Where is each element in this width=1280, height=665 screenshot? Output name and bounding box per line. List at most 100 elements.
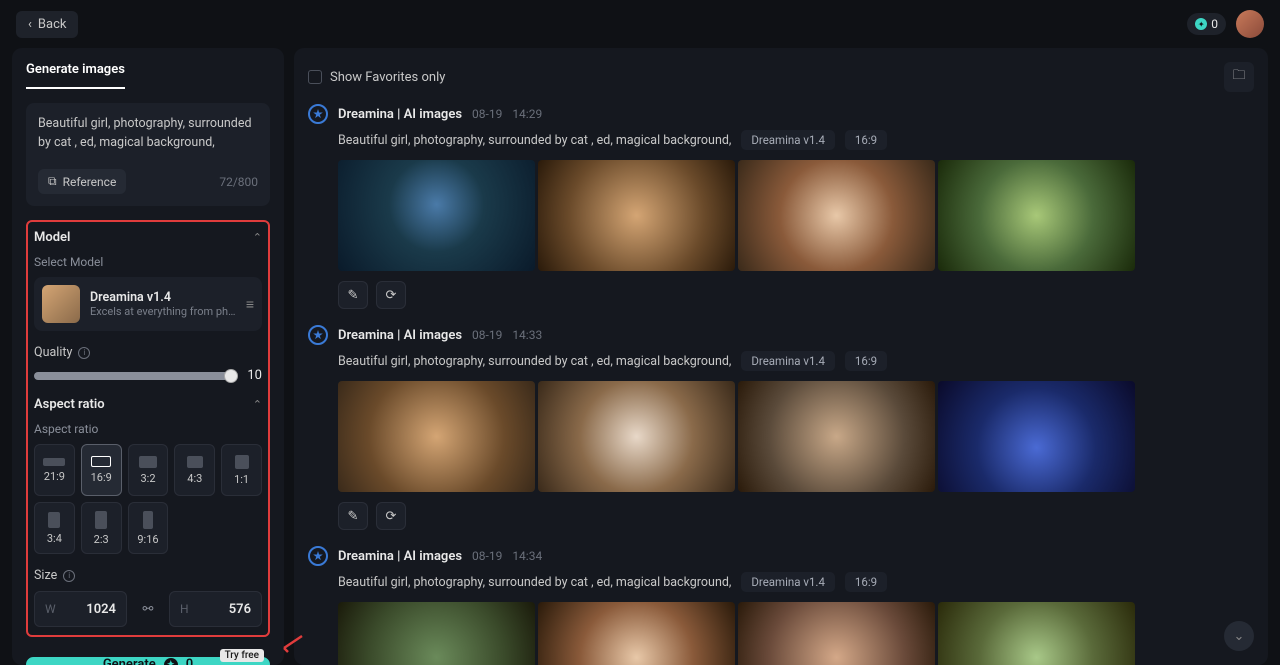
aspect-sub-label: Aspect ratio [34,422,262,436]
model-tag[interactable]: Dreamina v1.4 [741,130,835,150]
info-icon[interactable]: i [78,347,90,359]
credit-icon: ✦ [164,658,178,665]
generated-image[interactable] [938,381,1135,492]
generation-prompt: Beautiful girl, photography, surrounded … [338,354,731,369]
ratio-tag[interactable]: 16:9 [845,572,887,592]
height-value: 576 [229,602,251,617]
generated-image[interactable] [738,160,935,271]
generation-time: 14:34 [512,549,542,563]
model-card[interactable]: Dreamina v1.4 Excels at everything from … [34,277,262,331]
back-button[interactable]: ‹ Back [16,11,78,38]
model-section-header[interactable]: Model ⌃ [34,230,262,245]
chevron-up-icon: ⌃ [253,398,262,411]
info-icon[interactable]: i [63,570,75,582]
generation-title: Dreamina | AI images [338,107,462,122]
aspect-header-label: Aspect ratio [34,397,105,412]
pencil-icon: ✎ [348,509,359,524]
generated-image[interactable] [738,602,935,665]
aspect-2-3[interactable]: 2:3 [81,502,122,554]
sliders-icon[interactable]: ≡ [246,296,254,313]
credit-badge[interactable]: ✦ 0 [1187,13,1226,35]
prompt-input[interactable]: Beautiful girl, photography, surrounded … [38,115,258,159]
aspect-3-2[interactable]: 3:2 [128,444,169,496]
checkbox-icon[interactable] [308,70,322,84]
app-icon [308,325,328,345]
aspect-1-1[interactable]: 1:1 [221,444,262,496]
width-input[interactable]: W 1024 [34,591,127,627]
top-right: ✦ 0 [1187,10,1264,38]
aspect-section-header[interactable]: Aspect ratio ⌃ [34,397,262,412]
generate-label: Generate [103,657,156,665]
generated-image[interactable] [538,160,735,271]
try-free-badge: Try free [220,649,264,662]
app-icon [308,546,328,566]
user-avatar[interactable] [1236,10,1264,38]
generation-time: 14:33 [512,328,542,342]
tab-generate-images[interactable]: Generate images [26,62,125,89]
height-label: H [180,602,189,616]
generated-image[interactable] [338,160,535,271]
model-name: Dreamina v1.4 [90,290,236,305]
favorites-toggle[interactable]: Show Favorites only [308,70,445,85]
generation-time: 14:29 [512,107,542,121]
edit-button[interactable]: ✎ [338,502,368,530]
scroll-down-button[interactable]: ⌄ [1224,621,1254,651]
generation-title: Dreamina | AI images [338,328,462,343]
generated-image[interactable] [938,602,1135,665]
pencil-icon: ✎ [348,288,359,303]
generate-button[interactable]: Generate ✦ 0 Try free [26,657,270,665]
link-dimensions-button[interactable]: ⚯ [133,591,163,627]
generated-image[interactable] [338,381,535,492]
top-bar: ‹ Back ✦ 0 [0,0,1280,48]
model-header-label: Model [34,230,70,245]
generation-row: Dreamina | AI images 08-19 14:34 Beautif… [308,546,1254,665]
generated-image[interactable] [938,160,1135,271]
slider-thumb[interactable] [224,369,238,383]
chevron-down-icon: ⌄ [1234,629,1245,644]
generation-row: Dreamina | AI images 08-19 14:33 Beautif… [308,325,1254,530]
generated-image[interactable] [738,381,935,492]
folder-icon: 🗀 [1232,66,1245,88]
ratio-tag[interactable]: 16:9 [845,351,887,371]
generation-date: 08-19 [472,107,502,121]
select-model-label: Select Model [34,255,262,269]
chevron-up-icon: ⌃ [253,231,262,244]
aspect-9-16[interactable]: 9:16 [128,502,169,554]
chevron-left-icon: ‹ [28,17,32,32]
height-input[interactable]: H 576 [169,591,262,627]
generation-prompt: Beautiful girl, photography, surrounded … [338,575,731,590]
reference-label: Reference [63,175,117,189]
ratio-tag[interactable]: 16:9 [845,130,887,150]
content-panel: Show Favorites only 🗀 Dreamina | AI imag… [294,48,1268,665]
model-tag[interactable]: Dreamina v1.4 [741,351,835,371]
generated-image[interactable] [538,381,735,492]
regenerate-button[interactable]: ⟳ [376,502,406,530]
generation-date: 08-19 [472,549,502,563]
generated-image[interactable] [338,602,535,665]
folder-button[interactable]: 🗀 [1224,62,1254,92]
aspect-4-3[interactable]: 4:3 [174,444,215,496]
edit-button[interactable]: ✎ [338,281,368,309]
regenerate-button[interactable]: ⟳ [376,281,406,309]
generated-image[interactable] [538,602,735,665]
model-tag[interactable]: Dreamina v1.4 [741,572,835,592]
generation-prompt: Beautiful girl, photography, surrounded … [338,133,731,148]
quality-slider[interactable] [34,372,232,380]
aspect-21-9[interactable]: 21:9 [34,444,75,496]
model-thumbnail [42,285,80,323]
credit-icon: ✦ [1195,18,1207,30]
aspect-16-9[interactable]: 16:9 [81,444,122,496]
image-icon: ⧉ [48,174,57,189]
generation-row: Dreamina | AI images 08-19 14:29 Beautif… [308,104,1254,309]
width-value: 1024 [86,602,116,617]
aspect-3-4[interactable]: 3:4 [34,502,75,554]
refresh-icon: ⟳ [386,509,397,524]
generate-cost: 0 [186,657,193,665]
quality-value: 10 [242,368,262,383]
reference-button[interactable]: ⧉ Reference [38,169,126,194]
favorites-label: Show Favorites only [330,70,445,85]
arrow-annotation [278,634,308,654]
sidebar: Generate images Beautiful girl, photogra… [12,48,284,665]
model-desc: Excels at everything from photorealis... [90,305,236,318]
back-label: Back [38,17,67,32]
